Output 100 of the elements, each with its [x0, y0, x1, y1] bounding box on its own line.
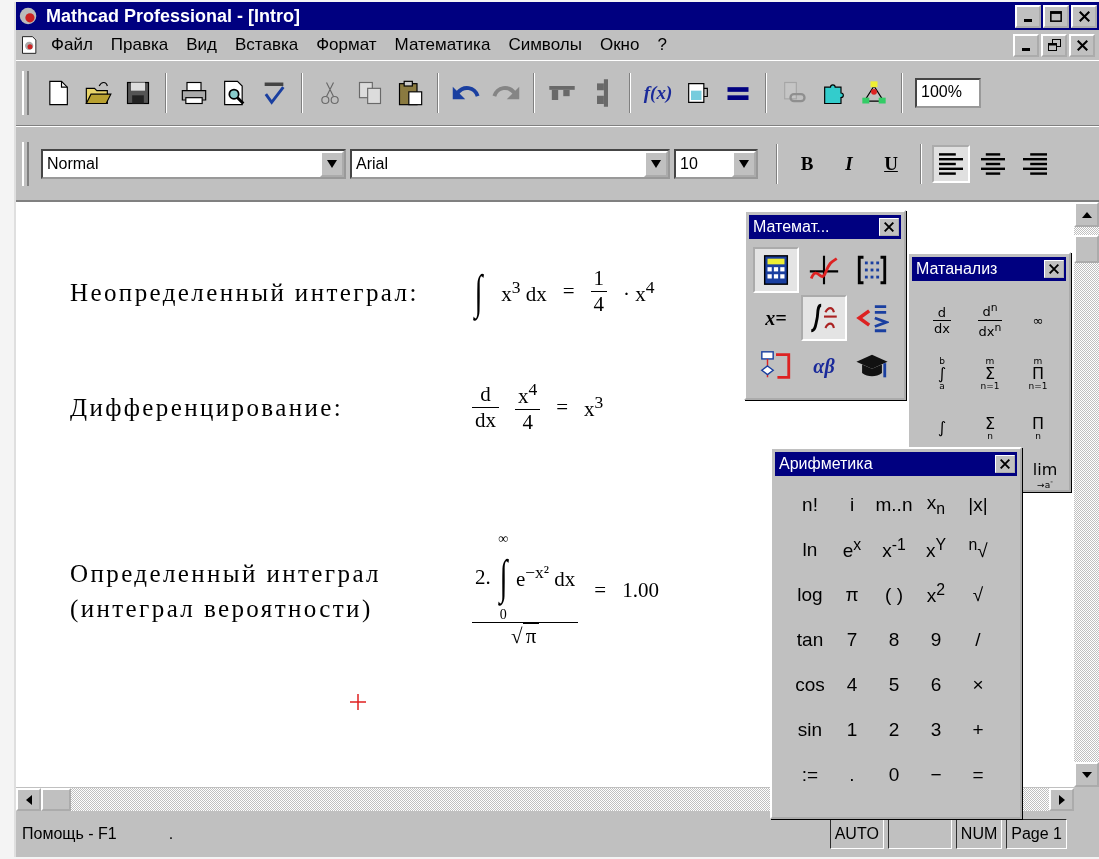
menu-item[interactable]: Формат — [309, 33, 384, 57]
palette-button[interactable]: log — [789, 572, 831, 617]
region-label: Неопределенный интеграл: — [70, 277, 420, 308]
scroll-down-button[interactable] — [1074, 762, 1099, 787]
palette-button[interactable]: m..n — [873, 482, 915, 527]
menu-item[interactable]: Окно — [592, 33, 647, 57]
palette-button[interactable]: π — [831, 572, 873, 617]
palette-button[interactable]: αβ — [801, 343, 847, 389]
align-center-icon — [981, 152, 1005, 175]
palette-button[interactable]: + — [957, 707, 999, 752]
palette-button[interactable]: d$^{n}$ dx$^{n}$ — [966, 303, 1014, 337]
palette-button[interactable]: / — [957, 617, 999, 662]
scroll-thumb[interactable] — [41, 788, 71, 811]
palette-button[interactable]: − — [915, 752, 957, 797]
math-text: e$^{−x²}$ dx — [515, 562, 576, 593]
palette-button[interactable]: := — [789, 752, 831, 797]
palette-button[interactable]: √ — [957, 572, 999, 617]
min-window-button[interactable] — [1015, 4, 1041, 28]
palette-button[interactable]: 9 — [915, 617, 957, 662]
palette-button[interactable]: × — [957, 662, 999, 707]
palette-button[interactable]: $^{n}$√ — [957, 527, 999, 572]
scroll-right-button[interactable] — [1049, 788, 1074, 811]
menu-item[interactable]: Вставка — [228, 33, 306, 57]
arrow-down-icon — [1081, 769, 1092, 780]
palette-button[interactable]: ( ) — [873, 572, 915, 617]
italic-button[interactable]: I — [830, 145, 868, 182]
redo-icon — [492, 86, 520, 100]
restore-window-button[interactable] — [1041, 33, 1067, 57]
close-window-button[interactable] — [1069, 33, 1095, 57]
vertical-scrollbar[interactable] — [1074, 202, 1099, 787]
palette-button[interactable]: 4 — [831, 662, 873, 707]
menu-item[interactable]: Правка — [103, 33, 176, 57]
palette-button[interactable]: ∫ — [918, 411, 966, 445]
palette-button[interactable]: 1 — [831, 707, 873, 752]
palette-button[interactable]: x= — [753, 295, 799, 341]
palette-button[interactable]: x$^{2}$ — [915, 572, 957, 617]
scroll-left-button[interactable] — [16, 788, 41, 811]
palette-button[interactable]: b ∫ a — [918, 357, 966, 391]
palette-button[interactable]: ∞ — [1014, 303, 1062, 337]
bold-button[interactable]: B — [788, 145, 826, 182]
palette-button[interactable]: m Π n=1 — [1014, 357, 1062, 391]
palette-button[interactable]: cos — [789, 662, 831, 707]
underline-button[interactable]: U — [872, 145, 910, 182]
save-icon — [124, 79, 152, 107]
font-dropdown[interactable]: Arial — [350, 148, 670, 179]
palette-button[interactable]: e$^{x}$ — [831, 527, 873, 572]
close-button[interactable] — [1044, 260, 1064, 278]
palette-button[interactable]: 8 — [873, 617, 915, 662]
align-left-icon — [939, 152, 963, 175]
palette-button[interactable]: lim →a$^{-}$ — [1028, 453, 1062, 499]
palette-button[interactable] — [801, 295, 847, 341]
menu-item[interactable]: Математика — [387, 33, 498, 57]
palette-button[interactable]: tan — [789, 617, 831, 662]
palette-button[interactable]: |x| — [957, 482, 999, 527]
scroll-thumb[interactable] — [1074, 235, 1099, 263]
align-down-icon — [596, 79, 608, 107]
palette-button[interactable]: 3 — [915, 707, 957, 752]
math-symbol: ∫ — [499, 546, 508, 609]
palette-button[interactable] — [753, 247, 799, 293]
font-size-dropdown[interactable]: 10 — [674, 148, 758, 179]
palette-button[interactable]: ln — [789, 527, 831, 572]
max-window-button[interactable] — [1043, 4, 1069, 28]
palette-button[interactable]: 7 — [831, 617, 873, 662]
palette-button[interactable]: i — [831, 482, 873, 527]
status-text: Помощь - F1 — [22, 825, 117, 843]
palette-button[interactable]: 6 — [915, 662, 957, 707]
min-window-button[interactable] — [1013, 33, 1039, 57]
menu-item[interactable]: Символы — [501, 33, 589, 57]
palette-button[interactable]: x$^{-1}$ — [873, 527, 915, 572]
toolbar-grip[interactable] — [22, 141, 29, 186]
palette-button[interactable]: 0 — [873, 752, 915, 797]
toolbar-button[interactable]: f(x) — [639, 73, 677, 113]
menu-item[interactable]: Файл — [44, 33, 100, 57]
status-text: . — [168, 825, 174, 843]
math-text: x$^{3}$ dx — [501, 277, 547, 307]
close-button[interactable] — [879, 218, 899, 236]
palette-button[interactable]: x$_{n}$ — [915, 482, 957, 527]
undo-icon — [452, 86, 480, 100]
palette-button[interactable]: 5 — [873, 662, 915, 707]
palette-button[interactable]: n! — [789, 482, 831, 527]
window-title: Mathcad Professional - [Intro] — [46, 5, 302, 27]
toolbar-grip[interactable] — [22, 71, 29, 115]
palette-button[interactable]: d dx — [918, 303, 966, 337]
align-left-button[interactable] — [932, 144, 970, 183]
zoom-field[interactable]: 100% — [915, 78, 981, 108]
palette-button[interactable]: 2 — [873, 707, 915, 752]
region-label: Дифференцирование: — [70, 392, 345, 423]
palette-button[interactable]: . — [831, 752, 873, 797]
close-button[interactable] — [995, 455, 1015, 473]
palette-button[interactable]: Π n — [1014, 411, 1062, 445]
style-dropdown[interactable]: Normal — [41, 148, 346, 179]
scroll-up-button[interactable] — [1074, 202, 1099, 227]
palette-button[interactable]: x$^{Y}$ — [915, 527, 957, 572]
palette-button[interactable]: Σ n — [966, 411, 1014, 445]
menu-item[interactable]: Вид — [179, 33, 224, 57]
palette-button[interactable]: sin — [789, 707, 831, 752]
menu-item[interactable]: ? — [650, 33, 674, 57]
palette-button[interactable]: = — [957, 752, 999, 797]
palette-button[interactable]: m Σ n=1 — [966, 357, 1014, 391]
close-window-button[interactable] — [1071, 4, 1097, 28]
